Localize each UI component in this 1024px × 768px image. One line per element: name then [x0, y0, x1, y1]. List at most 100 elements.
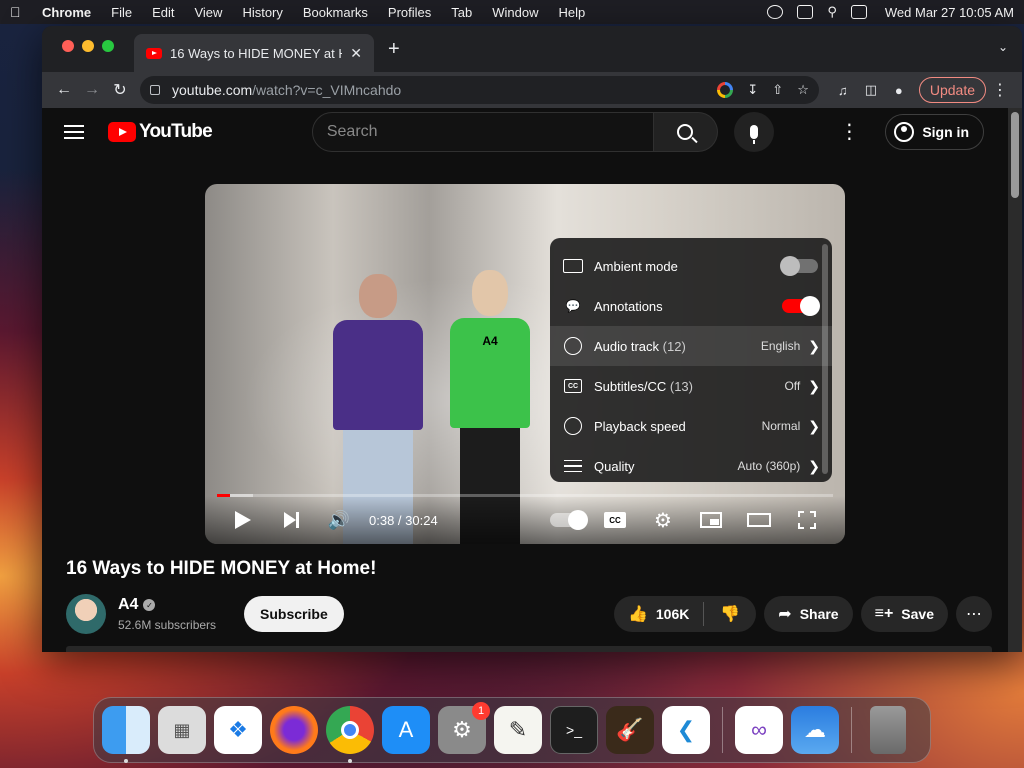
menu-app-name[interactable]: Chrome	[42, 5, 91, 20]
audio-track-row[interactable]: Audio track (12) English ❯	[550, 326, 832, 366]
chevron-right-icon: ❯	[808, 417, 820, 434]
channel-name[interactable]: A4 ✓	[118, 596, 216, 614]
video-player[interactable]: A4 Ambient mode 💬 Annotations Audio trac…	[205, 184, 845, 544]
menu-window[interactable]: Window	[492, 5, 538, 20]
trash-icon[interactable]	[870, 706, 906, 754]
close-window-button[interactable]	[62, 40, 74, 52]
fullscreen-button[interactable]	[783, 502, 831, 538]
subtitles-button[interactable]: CC	[591, 502, 639, 538]
firefox-app-icon[interactable]	[270, 706, 318, 754]
settings-more-icon[interactable]: ⋮	[839, 122, 859, 142]
menu-help[interactable]: Help	[559, 5, 586, 20]
update-button[interactable]: Update	[918, 77, 986, 103]
annotations-toggle[interactable]	[782, 296, 820, 316]
app-store-app-icon[interactable]: A	[382, 706, 430, 754]
tab-close-icon[interactable]: ✕	[350, 45, 362, 62]
dislike-button[interactable]: 👎	[704, 604, 756, 624]
media-play-icon[interactable]	[767, 5, 784, 19]
back-button[interactable]: ←	[50, 76, 78, 104]
search-button[interactable]	[653, 112, 718, 152]
like-button[interactable]: 👍 106K	[614, 602, 705, 626]
chrome-app-icon[interactable]	[326, 706, 374, 763]
playback-speed-row[interactable]: Playback speed Normal ❯	[550, 406, 832, 446]
minimize-window-button[interactable]	[82, 40, 94, 52]
launchpad-app-icon[interactable]: ▦	[158, 706, 206, 754]
browser-tab-active[interactable]: 16 Ways to HIDE MONEY at Ho ✕	[134, 34, 374, 72]
youtube-logo[interactable]: YouTube	[108, 121, 213, 143]
visual-studio-app-icon[interactable]: ∞	[735, 706, 783, 754]
share-page-icon[interactable]: ⇧	[772, 82, 783, 98]
settings-button[interactable]: ⚙	[639, 502, 687, 538]
control-center-icon[interactable]	[850, 5, 867, 19]
voice-search-button[interactable]	[733, 112, 774, 152]
menu-bar-clock[interactable]: Wed Mar 27 10:05 AM	[885, 5, 1014, 20]
tab-search-chevron-icon[interactable]: ⌄	[998, 40, 1008, 54]
browser-toolbar: ← → ↻ youtube.com/watch?v=c_VIMncahdo ↧ …	[42, 72, 1022, 108]
url-host: youtube.com	[172, 82, 253, 98]
subscribe-button[interactable]: Subscribe	[244, 596, 344, 632]
google-lens-icon[interactable]	[717, 82, 734, 98]
vscode-app-icon[interactable]: ❮	[662, 706, 710, 754]
channel-meta: A4 ✓ 52.6M subscribers	[118, 596, 216, 632]
address-bar[interactable]: youtube.com/watch?v=c_VIMncahdo ↧ ⇧ ☆	[140, 76, 819, 104]
menu-history[interactable]: History	[242, 5, 282, 20]
chrome-menu-icon[interactable]: ⋮	[986, 76, 1014, 104]
new-tab-button[interactable]: +	[388, 38, 400, 61]
save-button[interactable]: ≡+ Save	[860, 596, 948, 632]
install-app-icon[interactable]: ↧	[747, 82, 758, 98]
save-label: Save	[901, 606, 934, 622]
zoom-window-button[interactable]	[102, 40, 114, 52]
ambient-mode-icon	[562, 257, 584, 275]
terminal-app-icon[interactable]: >_	[550, 706, 598, 754]
bookmark-star-icon[interactable]: ☆	[797, 82, 809, 98]
menu-profiles[interactable]: Profiles	[388, 5, 431, 20]
share-label: Share	[799, 606, 839, 622]
forward-button[interactable]: →	[78, 76, 106, 104]
screen-mirror-icon[interactable]	[797, 5, 814, 19]
menu-view[interactable]: View	[194, 5, 222, 20]
settings-menu-scrollbar[interactable]	[822, 244, 828, 474]
play-button[interactable]	[219, 502, 267, 538]
textedit-app-icon[interactable]: ✎	[494, 706, 542, 754]
spotlight-search-icon[interactable]: ⚲	[827, 4, 837, 20]
profile-icon[interactable]: ●	[885, 76, 913, 104]
autoplay-toggle[interactable]	[543, 502, 591, 538]
subtitles-row[interactable]: CC Subtitles/CC (13) Off ❯	[550, 366, 832, 406]
chevron-right-icon: ❯	[808, 377, 820, 394]
ambient-mode-row[interactable]: Ambient mode	[550, 246, 832, 286]
apple-menu-icon[interactable]: 	[10, 4, 30, 20]
menu-edit[interactable]: Edit	[152, 5, 174, 20]
lock-icon[interactable]	[150, 85, 160, 95]
mute-button[interactable]: 🔊	[315, 502, 363, 538]
hamburger-menu-icon[interactable]	[64, 125, 84, 139]
garageband-app-icon[interactable]: 🎸	[606, 706, 654, 754]
menu-file[interactable]: File	[111, 5, 132, 20]
scrollbar-thumb[interactable]	[1011, 112, 1019, 198]
search-input[interactable]: Search	[311, 112, 654, 152]
finder-app-icon[interactable]	[102, 706, 150, 763]
safari-app-icon[interactable]: ❖	[214, 706, 262, 754]
reload-button[interactable]: ↻	[106, 76, 134, 104]
theater-mode-button[interactable]	[735, 502, 783, 538]
weather-app-icon[interactable]: ☁	[791, 706, 839, 754]
next-video-button[interactable]	[267, 502, 315, 538]
ambient-mode-toggle[interactable]	[780, 256, 818, 276]
system-settings-app-icon[interactable]: ⚙ 1	[438, 702, 490, 754]
menu-tab[interactable]: Tab	[451, 5, 472, 20]
quality-row[interactable]: Quality Auto (360p) ❯	[550, 446, 832, 486]
annotations-row[interactable]: 💬 Annotations	[550, 286, 832, 326]
menu-bookmarks[interactable]: Bookmarks	[303, 5, 368, 20]
subtitles-icon: CC	[562, 377, 584, 395]
more-actions-icon[interactable]: ⋯	[956, 596, 992, 632]
ambient-mode-label: Ambient mode	[594, 258, 678, 274]
media-controls-icon[interactable]: ♫	[829, 76, 857, 104]
sign-in-button[interactable]: Sign in	[885, 114, 984, 150]
cc-icon: CC	[604, 512, 626, 528]
channel-avatar[interactable]	[66, 594, 106, 634]
share-arrow-icon: ➦	[778, 606, 792, 623]
audio-track-label: Audio track (12)	[594, 338, 686, 354]
side-panel-icon[interactable]: ◫	[857, 76, 885, 104]
share-button[interactable]: ➦ Share	[764, 596, 853, 632]
page-scrollbar[interactable]	[1008, 108, 1022, 652]
miniplayer-button[interactable]	[687, 502, 735, 538]
